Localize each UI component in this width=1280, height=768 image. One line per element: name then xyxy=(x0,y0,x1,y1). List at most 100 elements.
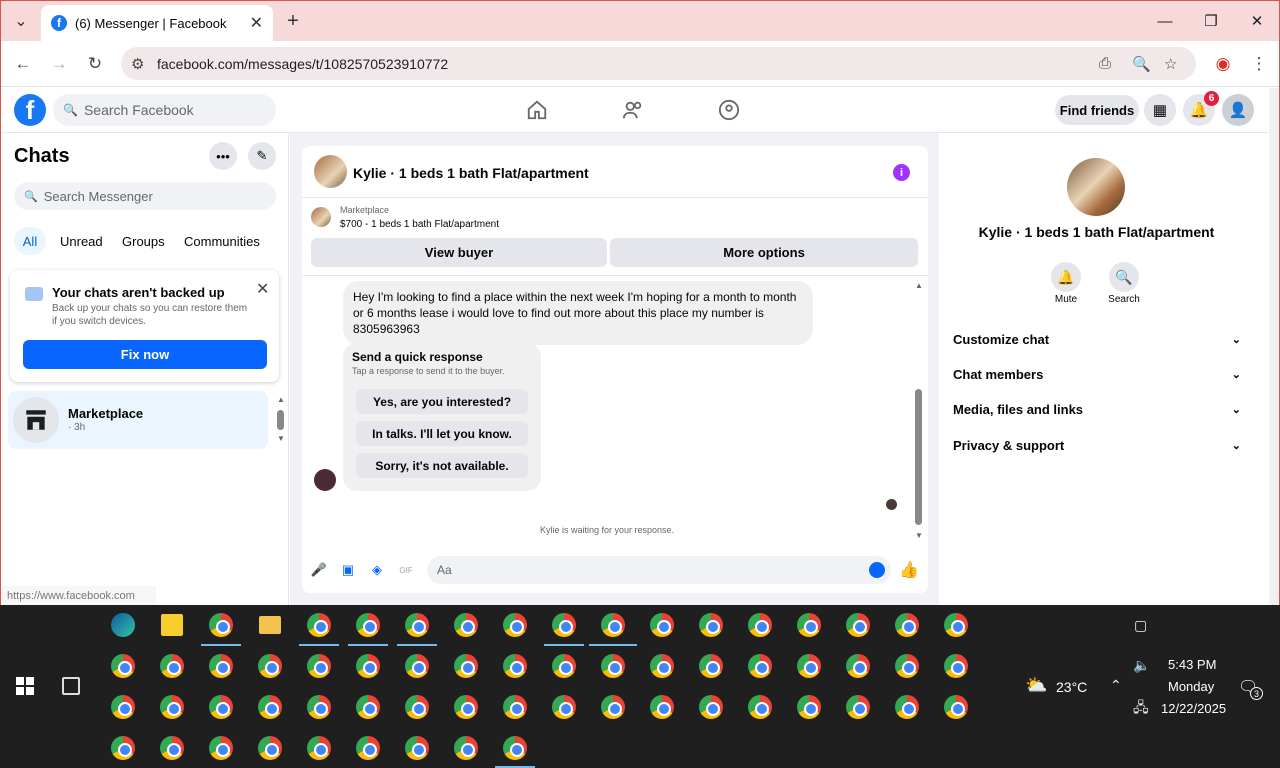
close-window-button[interactable]: ✕ xyxy=(1237,7,1277,35)
chat-list-scrollbar[interactable]: ▲ ▼ xyxy=(276,391,286,449)
chrome-icon[interactable] xyxy=(305,652,333,680)
chrome-icon[interactable] xyxy=(501,734,529,762)
chrome-icon[interactable] xyxy=(746,611,774,639)
menu-dots-icon[interactable]: ⋮ xyxy=(1246,51,1272,77)
chrome-icon[interactable] xyxy=(256,652,284,680)
chrome-icon[interactable] xyxy=(746,652,774,680)
conversation-title[interactable]: Kylie · 1 beds 1 bath Flat/apartment xyxy=(353,165,589,181)
chrome-icon[interactable] xyxy=(648,652,676,680)
volume-icon[interactable]: 🔈 xyxy=(1133,657,1150,674)
install-app-icon[interactable]: ⎙ xyxy=(1099,47,1111,80)
chrome-icon[interactable] xyxy=(109,734,137,762)
chrome-icon[interactable] xyxy=(893,611,921,639)
chrome-icon[interactable] xyxy=(158,693,186,721)
tab-messenger[interactable]: f (6) Messenger | Facebook ✕ xyxy=(41,5,273,41)
chrome-icon[interactable] xyxy=(403,693,431,721)
section-customize-chat[interactable]: Customize chat ⌄ xyxy=(953,329,1241,349)
listing-avatar[interactable] xyxy=(314,155,347,188)
clock-time[interactable]: 5:43 PM xyxy=(1168,657,1216,672)
groups-icon[interactable] xyxy=(715,96,743,124)
attach-photo-icon[interactable]: ▣ xyxy=(340,562,356,578)
chrome-icon[interactable] xyxy=(354,734,382,762)
section-media-files-links[interactable]: Media, files and links ⌄ xyxy=(953,399,1241,419)
chrome-icon[interactable] xyxy=(403,734,431,762)
chrome-icon[interactable] xyxy=(550,611,578,639)
network-icon[interactable]: 🖧 xyxy=(1133,697,1149,721)
edge-browser-icon[interactable] xyxy=(109,611,137,639)
chrome-icon[interactable] xyxy=(109,693,137,721)
facebook-logo[interactable]: f xyxy=(14,94,46,126)
chrome-icon[interactable] xyxy=(599,652,627,680)
filter-communities[interactable]: Communities xyxy=(184,227,260,255)
chrome-icon[interactable] xyxy=(942,693,970,721)
chrome-icon[interactable] xyxy=(207,611,235,639)
chrome-icon[interactable] xyxy=(844,611,872,639)
gif-icon[interactable]: GIF xyxy=(398,562,414,578)
chrome-icon[interactable] xyxy=(795,652,823,680)
weather-temperature[interactable]: 23°C xyxy=(1056,679,1087,695)
zoom-icon[interactable]: 🔍 xyxy=(1132,47,1151,80)
find-friends-button[interactable]: Find friends xyxy=(1055,95,1139,125)
meet-now-icon[interactable]: ▢ xyxy=(1134,617,1147,634)
chrome-icon[interactable] xyxy=(746,693,774,721)
chrome-icon[interactable] xyxy=(452,734,480,762)
info-icon[interactable]: i xyxy=(893,164,910,181)
chrome-icon[interactable] xyxy=(403,611,431,639)
chrome-icon[interactable] xyxy=(452,652,480,680)
tab-search-chevron-icon[interactable]: ⌄ xyxy=(9,9,33,33)
friends-icon[interactable] xyxy=(619,96,647,124)
chrome-icon[interactable] xyxy=(648,611,676,639)
new-tab-button[interactable]: + xyxy=(281,9,305,33)
chrome-icon[interactable] xyxy=(942,652,970,680)
chrome-icon[interactable] xyxy=(207,693,235,721)
thumbs-up-icon[interactable]: 👍 xyxy=(899,562,919,579)
chrome-icon[interactable] xyxy=(697,611,725,639)
close-icon[interactable]: ✕ xyxy=(256,279,269,299)
filter-all[interactable]: All xyxy=(14,227,46,255)
address-bar[interactable]: ⚙ facebook.com/messages/t/10825705239107… xyxy=(121,47,1196,80)
fix-now-button[interactable]: Fix now xyxy=(23,340,267,369)
chrome-icon[interactable] xyxy=(795,693,823,721)
sticker-icon[interactable]: ◈ xyxy=(369,562,385,578)
chrome-icon[interactable] xyxy=(305,734,333,762)
account-avatar[interactable]: 👤 xyxy=(1222,94,1254,126)
file-explorer-icon[interactable] xyxy=(256,611,284,639)
chrome-icon[interactable] xyxy=(158,734,186,762)
conversation-avatar[interactable] xyxy=(1067,158,1125,216)
chrome-icon[interactable] xyxy=(305,693,333,721)
home-icon[interactable] xyxy=(523,96,551,124)
back-button[interactable]: ← xyxy=(10,51,36,77)
chrome-icon[interactable] xyxy=(942,611,970,639)
messenger-search-input[interactable]: 🔍 Search Messenger xyxy=(14,182,276,210)
chrome-icon[interactable] xyxy=(305,611,333,639)
new-message-icon[interactable]: ✎ xyxy=(248,142,276,170)
reload-button[interactable]: ↻ xyxy=(82,51,108,77)
chrome-icon[interactable] xyxy=(452,693,480,721)
quick-response-in-talks[interactable]: In talks. I'll let you know. xyxy=(356,421,528,446)
windows-start-icon[interactable] xyxy=(16,677,34,695)
chrome-icon[interactable] xyxy=(501,652,529,680)
message-scrollbar[interactable]: ▲ ▼ xyxy=(914,281,924,543)
site-info-icon[interactable]: ⚙ xyxy=(131,47,144,80)
clock-day[interactable]: Monday xyxy=(1168,679,1214,694)
sticky-notes-icon[interactable] xyxy=(158,611,186,639)
chrome-icon[interactable] xyxy=(844,652,872,680)
chrome-icon[interactable] xyxy=(501,693,529,721)
message-input[interactable]: Aa xyxy=(427,556,891,584)
filter-unread[interactable]: Unread xyxy=(60,227,103,255)
chrome-icon[interactable] xyxy=(207,652,235,680)
chrome-icon[interactable] xyxy=(256,734,284,762)
search-icon[interactable]: 🔍 xyxy=(1109,262,1139,292)
view-buyer-button[interactable]: View buyer xyxy=(311,238,607,267)
chrome-icon[interactable] xyxy=(599,693,627,721)
minimize-button[interactable]: — xyxy=(1145,7,1185,35)
quick-response-not-available[interactable]: Sorry, it's not available. xyxy=(356,453,528,478)
chrome-icon[interactable] xyxy=(354,611,382,639)
chrome-icon[interactable] xyxy=(354,652,382,680)
chrome-icon[interactable] xyxy=(795,611,823,639)
chat-list-item-marketplace[interactable]: Marketplace · 3h xyxy=(8,391,268,449)
chrome-icon[interactable] xyxy=(354,693,382,721)
chrome-icon[interactable] xyxy=(403,652,431,680)
profile-icon[interactable]: ◉ xyxy=(1210,51,1236,77)
quick-response-yes[interactable]: Yes, are you interested? xyxy=(356,389,528,414)
